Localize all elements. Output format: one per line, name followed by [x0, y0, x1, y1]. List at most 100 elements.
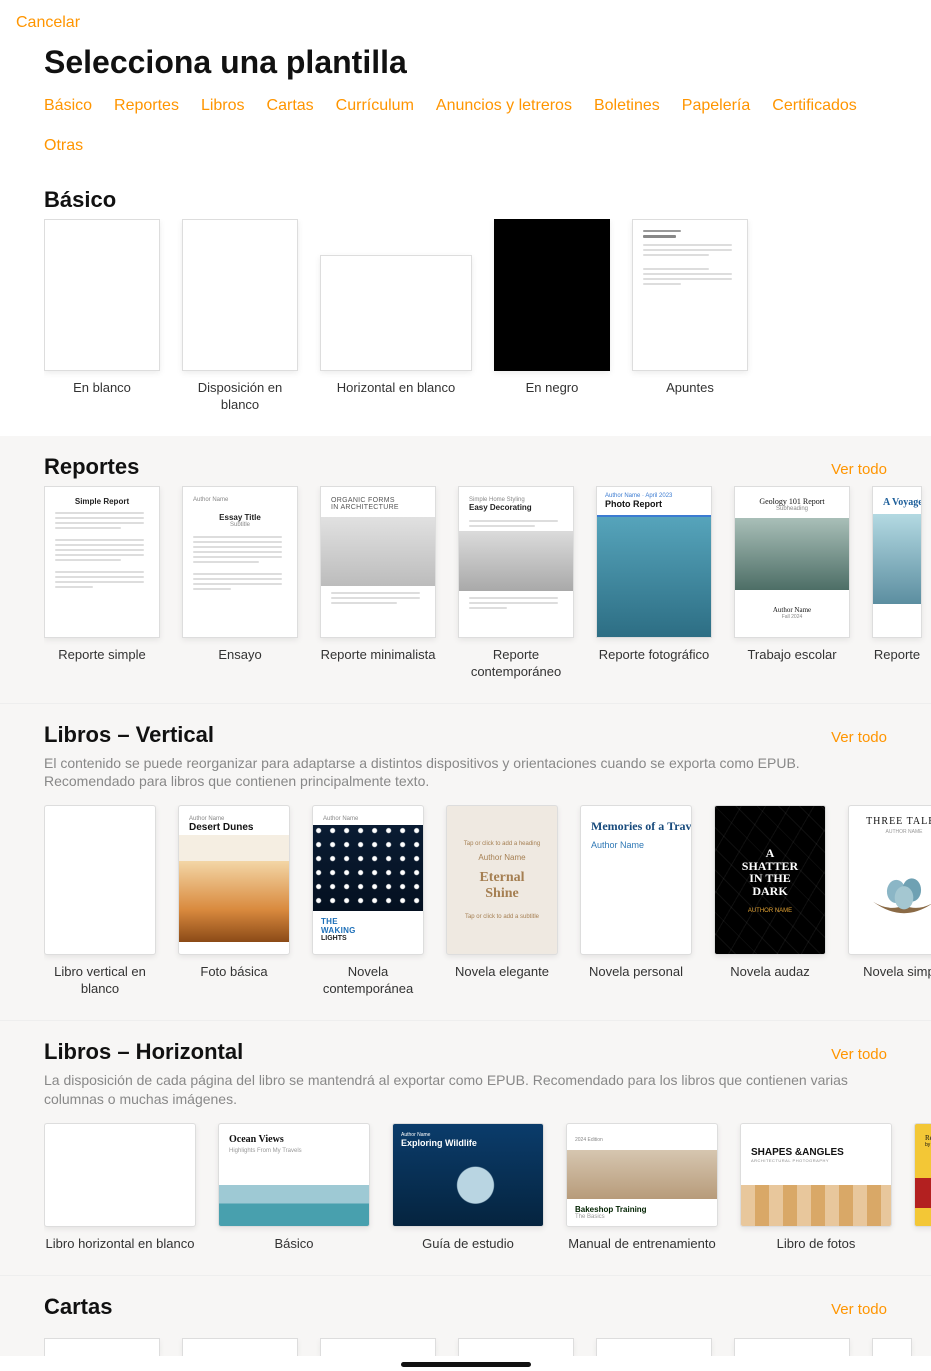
caption: Novela contemporánea: [312, 964, 424, 998]
template-guia-estudio[interactable]: Author NameExploring Wildlife Guía de es…: [392, 1123, 544, 1253]
template-partial-recipe[interactable]: Recip by Au: [914, 1123, 931, 1253]
template-ensayo[interactable]: Author NameEssay TitleSubtitle Ensayo: [182, 486, 298, 681]
tab-papeleria[interactable]: Papelería: [682, 97, 751, 115]
tab-cartas[interactable]: Cartas: [267, 97, 314, 115]
thumb-text: LIGHTS: [321, 935, 415, 942]
thumb-text: A Voyage to: [883, 497, 911, 508]
template-stub[interactable]: [872, 1338, 912, 1356]
template-novela-simple[interactable]: THREE TALES AUTHOR NAME Novela simple: [848, 805, 931, 998]
section-reportes: Reportes Ver todo Simple Report Reporte …: [0, 436, 931, 703]
caption: Apuntes: [632, 380, 748, 397]
thumb-text: Photo Report: [605, 499, 703, 509]
caption: Novela audaz: [714, 964, 826, 981]
template-en-negro[interactable]: En negro: [494, 219, 610, 414]
template-stub[interactable]: [44, 1338, 160, 1356]
thumb-text: ORGANIC FORMS: [331, 497, 425, 504]
thumb-black: [494, 219, 610, 371]
thumb-text: Eternal: [479, 870, 524, 886]
template-stub[interactable]: [596, 1338, 712, 1356]
thumb-text: Bakeshop Training: [575, 1205, 709, 1214]
thumb-text: IN ARCHITECTURE: [331, 504, 425, 511]
template-stub[interactable]: [458, 1338, 574, 1356]
thumb-photo-report: Author Name · April 2023Photo Report: [596, 486, 712, 638]
thumb-text: ARCHITECTURAL PHOTOGRAPHY: [751, 1158, 881, 1163]
template-manual-entrenamiento[interactable]: 2024 Edition Bakeshop TrainingThe Basics…: [566, 1123, 718, 1253]
thumb-text: Author Name: [478, 853, 525, 862]
template-stub[interactable]: [182, 1338, 298, 1356]
template-basico-h[interactable]: Ocean ViewsHighlights From My Travels Bá…: [218, 1123, 370, 1253]
template-novela-personal[interactable]: Memories of a Traveler Author Name Novel…: [580, 805, 692, 998]
caption: Libro de fotos: [740, 1236, 892, 1253]
template-apuntes[interactable]: Apuntes: [632, 219, 748, 414]
thumb-minimal-report: ORGANIC FORMSIN ARCHITECTURE: [320, 486, 436, 638]
template-en-blanco[interactable]: En blanco: [44, 219, 160, 414]
thumb-text: Author Name: [773, 606, 811, 614]
tab-basico[interactable]: Básico: [44, 97, 92, 115]
template-libro-vertical-blanco[interactable]: Libro vertical en blanco: [44, 805, 156, 998]
section-basico: Básico En blanco Disposición en blanco H…: [0, 169, 931, 436]
template-reporte-contemporaneo[interactable]: Simple Home StylingEasy Decorating Repor…: [458, 486, 574, 681]
template-trabajo-escolar[interactable]: Geology 101 ReportSubheading Author Name…: [734, 486, 850, 681]
tab-boletines[interactable]: Boletines: [594, 97, 660, 115]
section-libros-vertical: Libros – Vertical Ver todo El contenido …: [0, 703, 931, 1021]
template-disposicion-en-blanco[interactable]: Disposición en blanco: [182, 219, 298, 414]
caption: Novela personal: [580, 964, 692, 981]
section-title-libros-h: Libros – Horizontal: [44, 1039, 243, 1065]
category-tabs: Básico Reportes Libros Cartas Currículum…: [0, 97, 931, 169]
see-all-cartas[interactable]: Ver todo: [831, 1301, 887, 1318]
thumb-text: IN THE: [749, 871, 790, 885]
template-libro-fotos[interactable]: SHAPES &ANGLESARCHITECTURAL PHOTOGRAPHY …: [740, 1123, 892, 1253]
caption: Novela simple: [848, 964, 931, 981]
see-all-libros-h[interactable]: Ver todo: [831, 1046, 887, 1063]
tab-anuncios[interactable]: Anuncios y letreros: [436, 97, 572, 115]
thumb-bakeshop: 2024 Edition Bakeshop TrainingThe Basics: [566, 1123, 718, 1227]
template-stub[interactable]: [734, 1338, 850, 1356]
template-novela-elegante[interactable]: Tap or click to add a heading Author Nam…: [446, 805, 558, 998]
thumb-contemp-report: Simple Home StylingEasy Decorating: [458, 486, 574, 638]
tab-reportes[interactable]: Reportes: [114, 97, 179, 115]
thumb-text: DARK: [752, 884, 787, 898]
thumb-text: Tap or click to add a heading: [464, 841, 540, 847]
template-novela-audaz[interactable]: ASHATTERIN THEDARK AUTHOR NAME Novela au…: [714, 805, 826, 998]
caption: Básico: [218, 1236, 370, 1253]
template-stub[interactable]: [320, 1338, 436, 1356]
thumb-text: Tap or click to add a subtitle: [465, 914, 539, 920]
thumb-recipe: Recip by Au: [914, 1123, 931, 1227]
page-title: Selecciona una plantilla: [0, 36, 931, 97]
tab-libros[interactable]: Libros: [201, 97, 245, 115]
tab-curriculum[interactable]: Currículum: [336, 97, 414, 115]
template-foto-basica[interactable]: Author NameDesert Dunes Foto básica: [178, 805, 290, 998]
template-reporte-simple[interactable]: Simple Report Reporte simple: [44, 486, 160, 681]
template-partial-report[interactable]: A Voyage to Reporte: [872, 486, 922, 681]
caption: Reporte fotográfico: [596, 647, 712, 664]
template-reporte-fotografico[interactable]: Author Name · April 2023Photo Report Rep…: [596, 486, 712, 681]
template-reporte-minimalista[interactable]: ORGANIC FORMSIN ARCHITECTURE Reporte min…: [320, 486, 436, 681]
thumb-text: The Basics: [575, 1214, 709, 1220]
thumb-bookh-blank: [44, 1123, 196, 1227]
thumb-text: Highlights From My Travels: [229, 1148, 359, 1154]
thumb-text: Exploring Wildlife: [401, 1138, 535, 1148]
thumb-text: Shine: [485, 886, 518, 902]
thumb-text: SHATTER: [742, 859, 798, 873]
section-title-libros-v: Libros – Vertical: [44, 722, 214, 748]
tab-certificados[interactable]: Certificados: [772, 97, 856, 115]
template-horizontal-en-blanco[interactable]: Horizontal en blanco: [320, 219, 472, 414]
caption: Reporte minimalista: [320, 647, 436, 664]
thumb-voyage: A Voyage to: [872, 486, 922, 638]
cancel-link[interactable]: Cancelar: [0, 0, 931, 36]
thumb-text: 2024 Edition: [575, 1137, 603, 1143]
thumb-book-blank: [44, 805, 156, 955]
thumb-waking-lights: Author Name THEWAKINGLIGHTS: [312, 805, 424, 955]
tab-otras[interactable]: Otras: [44, 137, 83, 155]
thumb-shatter-dark: ASHATTERIN THEDARK AUTHOR NAME: [714, 805, 826, 955]
caption: Trabajo escolar: [734, 647, 850, 664]
thumb-text: SHAPES &ANGLES: [751, 1147, 881, 1158]
see-all-reportes[interactable]: Ver todo: [831, 461, 887, 478]
thumb-text: Memories of a Traveler: [591, 820, 681, 834]
section-sub-libros-v: El contenido se puede reorganizar para a…: [44, 754, 884, 792]
caption: Horizontal en blanco: [320, 380, 472, 397]
see-all-libros-v[interactable]: Ver todo: [831, 729, 887, 746]
template-novela-contemporanea[interactable]: Author Name THEWAKINGLIGHTS Novela conte…: [312, 805, 424, 998]
caption: Libro vertical en blanco: [44, 964, 156, 998]
template-libro-horizontal-blanco[interactable]: Libro horizontal en blanco: [44, 1123, 196, 1253]
